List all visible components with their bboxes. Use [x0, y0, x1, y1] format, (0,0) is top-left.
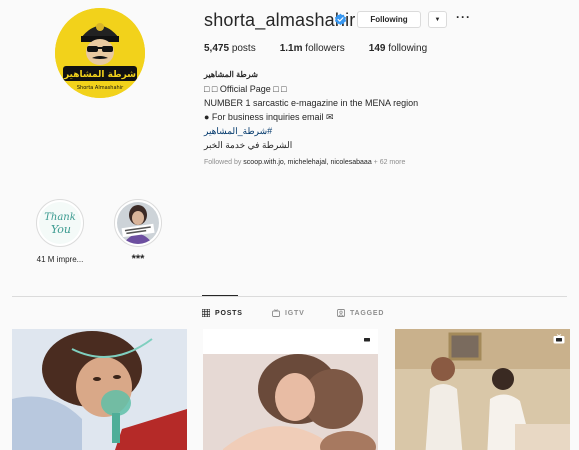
- bio-line: NUMBER 1 sarcastic e-magazine in the MEN…: [204, 98, 419, 108]
- tab-igtv-label: IGTV: [285, 309, 305, 317]
- grid-icon: [202, 309, 210, 317]
- following-stat[interactable]: 149 following: [369, 43, 427, 54]
- suggestions-dropdown-button[interactable]: ▼: [428, 11, 447, 28]
- highlight-ring: [114, 199, 162, 247]
- profile-full-name: شرطة المشاهير: [204, 70, 258, 79]
- profile-avatar[interactable]: شرطة المشاهير Shorta Almashahir: [55, 8, 145, 98]
- profile-username: shorta_almashahir: [204, 10, 356, 30]
- post-thumbnail[interactable]: [395, 329, 570, 450]
- followers-label: followers: [305, 43, 345, 54]
- followers-count: 1.1m: [279, 43, 303, 54]
- tag-icon: [337, 309, 345, 317]
- following-stat-label: following: [388, 43, 428, 54]
- post-thumbnail[interactable]: [203, 329, 378, 450]
- bio-hashtag-link[interactable]: #شرطة_المشاهير: [204, 124, 524, 138]
- following-count: 149: [368, 43, 386, 54]
- post-image: [395, 329, 570, 450]
- following-button[interactable]: Following: [357, 11, 421, 28]
- bio-line: ● For business inquiries email ✉: [204, 112, 334, 122]
- post-image: [203, 329, 378, 450]
- igtv-badge-icon: [361, 334, 373, 344]
- tab-tagged-label: TAGGED: [350, 309, 385, 317]
- tab-posts-label: POSTS: [215, 309, 243, 317]
- profile-bio: شرطة المشاهير □ □ Official Page □ □ NUMB…: [204, 68, 524, 152]
- highlight-label: ***: [131, 253, 145, 265]
- bio-tagline: الشرطة في خدمة الخبر: [204, 140, 293, 150]
- followed-by-suffix: + 62 more: [371, 159, 406, 166]
- story-highlight[interactable]: Thank You 41 M impre...: [30, 199, 90, 264]
- followers-stat[interactable]: 1.1m followers: [280, 43, 345, 54]
- highlight-label: 41 M impre...: [36, 255, 84, 264]
- caret-down-icon: ▼: [434, 16, 441, 23]
- post-image: [12, 329, 187, 450]
- person-highlight-image: [117, 202, 159, 244]
- igtv-icon: [272, 309, 280, 317]
- highlight-ring: Thank You: [36, 199, 84, 247]
- posts-count: 5,475: [204, 43, 230, 54]
- svg-text:Thank: Thank: [44, 212, 76, 223]
- story-highlight[interactable]: ***: [108, 199, 168, 265]
- verified-badge-icon: [334, 13, 347, 26]
- followed-by-prefix: Followed by: [204, 159, 244, 166]
- active-tab-indicator: [202, 295, 238, 296]
- posts-label: posts: [231, 43, 256, 54]
- posts-stat: 5,475 posts: [204, 43, 256, 54]
- followed-by-names: scoop.with.jo, michelehajal, nicolesabaa…: [243, 159, 372, 166]
- post-thumbnail[interactable]: [12, 329, 187, 450]
- bio-line: □ □ Official Page □ □: [204, 84, 287, 94]
- followed-by-text[interactable]: Followed by scoop.with.jo, michelehajal,…: [204, 159, 405, 166]
- tabs-divider: [12, 296, 567, 297]
- profile-stats: 5,475 posts 1.1m followers 149 following: [204, 43, 451, 54]
- tab-posts[interactable]: POSTS: [202, 309, 243, 317]
- avatar-logo-subtext: Shorta Almashahir: [77, 85, 124, 91]
- svg-text:You: You: [51, 223, 71, 236]
- tab-tagged[interactable]: TAGGED: [337, 309, 384, 317]
- igtv-badge-icon: [553, 334, 565, 344]
- more-options-icon[interactable]: ···: [456, 10, 470, 27]
- avatar-logo-text: شرطة المشاهير: [63, 70, 136, 80]
- thank-you-highlight-image: Thank You: [39, 202, 81, 244]
- tab-igtv[interactable]: IGTV: [272, 309, 305, 317]
